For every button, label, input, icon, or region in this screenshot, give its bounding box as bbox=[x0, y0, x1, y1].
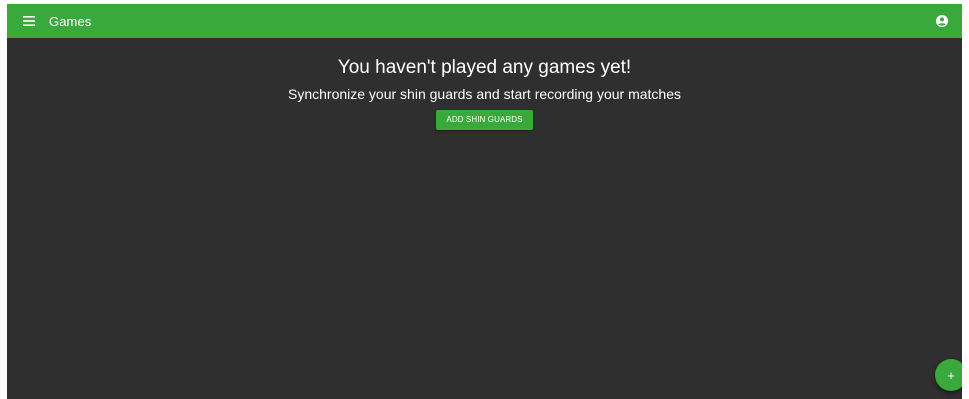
plus-icon: + bbox=[947, 367, 955, 383]
account-circle-icon[interactable] bbox=[934, 13, 950, 29]
empty-state: You haven't played any games yet! Synchr… bbox=[7, 56, 962, 130]
hamburger-menu-icon[interactable] bbox=[21, 14, 37, 28]
app-window: Games You haven't played any games yet! … bbox=[7, 4, 962, 399]
add-shin-guards-button[interactable]: ADD SHIN GUARDS bbox=[436, 110, 533, 130]
top-app-bar: Games bbox=[7, 4, 962, 38]
empty-state-title: You haven't played any games yet! bbox=[337, 57, 632, 78]
empty-state-subtitle: Synchronize your shin guards and start r… bbox=[288, 86, 681, 102]
add-fab-button[interactable]: + bbox=[935, 359, 962, 391]
page-title: Games bbox=[49, 13, 92, 29]
